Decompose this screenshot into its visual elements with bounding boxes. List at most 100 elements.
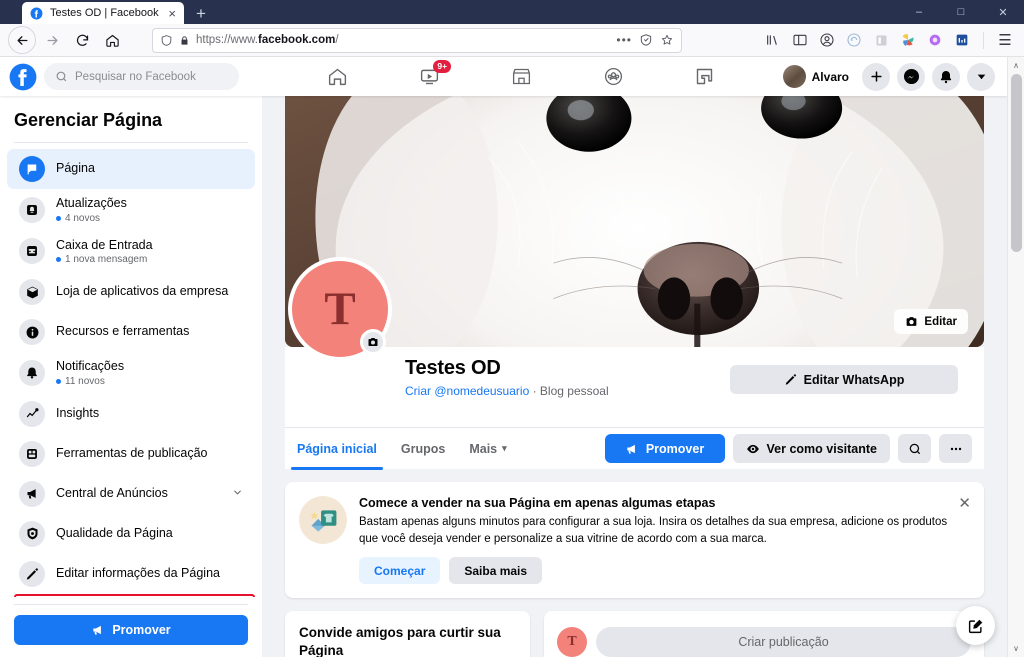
sidebar-item-editar-informacoes[interactable]: Editar informações da Página xyxy=(7,554,255,594)
sidebar-item-caixa-de-entrada[interactable]: Caixa de Entrada 1 nova mensagem xyxy=(7,231,255,273)
scroll-down-arrow[interactable]: ∨ xyxy=(1008,640,1024,657)
pocket-icon[interactable] xyxy=(639,33,653,47)
page-title: Gerenciar Página xyxy=(14,110,163,130)
chevron-down-icon: ▾ xyxy=(502,443,507,453)
account-menu-button[interactable] xyxy=(967,62,995,91)
page-tabs: Página inicial Grupos Mais ▾ Promover Ver… xyxy=(285,427,984,470)
sync-icon[interactable] xyxy=(843,29,865,51)
tab-pagina-inicial[interactable]: Página inicial xyxy=(285,428,389,470)
avatar[interactable]: T xyxy=(288,257,392,361)
pinwheel-extension-icon[interactable] xyxy=(897,29,919,51)
browser-window: Testes OD | Facebook × + – □ ✕ https://w… xyxy=(0,0,1024,657)
fb-nav-gaming[interactable] xyxy=(672,63,737,90)
eye-icon xyxy=(746,444,759,453)
purple-extension-icon[interactable] xyxy=(924,29,946,51)
fb-nav-watch[interactable]: 9+ xyxy=(397,60,462,90)
browser-toolbar-icons: ☰ xyxy=(762,29,1016,51)
sidebar-item-atualizacoes[interactable]: Atualizações 4 novos xyxy=(7,189,255,231)
sidebar-promote-button[interactable]: Promover xyxy=(14,615,248,645)
library-icon[interactable] xyxy=(762,29,784,51)
avatar-camera-button[interactable] xyxy=(360,329,386,355)
promote-button[interactable]: Promover xyxy=(604,434,725,463)
tab-label: Página inicial xyxy=(297,441,377,456)
chevron-down-icon[interactable] xyxy=(232,487,243,501)
notifications-button[interactable] xyxy=(932,62,960,91)
sidebar-item-text: Qualidade da Página xyxy=(56,526,243,542)
updates-icon xyxy=(19,196,45,223)
reload-button[interactable] xyxy=(68,26,96,54)
maximize-button[interactable]: □ xyxy=(940,0,982,24)
sidebar-icon[interactable] xyxy=(789,29,811,51)
edit-cover-label: Editar xyxy=(924,315,957,328)
sidebar-item-label: Loja de aplicativos da empresa xyxy=(56,284,229,299)
sidebar-item-insights[interactable]: Insights xyxy=(7,394,255,434)
megaphone-icon xyxy=(627,444,635,454)
tab-mais[interactable]: Mais ▾ xyxy=(457,428,518,470)
fb-nav-home[interactable] xyxy=(305,63,370,90)
edit-whatsapp-button[interactable]: Editar WhatsApp xyxy=(730,365,958,394)
fb-top-right: Alvaro xyxy=(781,62,1007,91)
scroll-up-arrow[interactable]: ∧ xyxy=(1008,57,1024,74)
fb-user-name: Alvaro xyxy=(811,69,849,84)
minimize-button[interactable]: – xyxy=(898,0,940,24)
page-search-button[interactable] xyxy=(898,434,931,463)
groups-icon xyxy=(604,67,622,86)
sidebar-item-recursos-e-ferramentas[interactable]: Recursos e ferramentas xyxy=(7,312,255,352)
sidebar-item-text: Editar informações da Página xyxy=(56,566,243,582)
create-button[interactable] xyxy=(862,62,890,91)
sidebar-item-label: Página xyxy=(56,161,95,176)
create-post-input[interactable]: Criar publicação xyxy=(596,626,971,657)
blue-extension-icon[interactable] xyxy=(951,29,973,51)
facebook-logo[interactable] xyxy=(9,63,37,91)
sidebar-footer: Promover xyxy=(0,597,262,657)
sidebar-item-qualidade-da-pagina[interactable]: Qualidade da Página xyxy=(7,514,255,554)
hamburger-menu-icon[interactable]: ☰ xyxy=(994,29,1016,51)
browser-tab[interactable]: Testes OD | Facebook × xyxy=(22,2,184,24)
close-button[interactable]: ✕ xyxy=(982,0,1024,24)
page-actions-icon[interactable]: ••• xyxy=(616,33,632,47)
page-more-options-button[interactable] xyxy=(939,434,972,463)
compose-fab-button[interactable] xyxy=(956,606,995,645)
fb-nav-marketplace[interactable] xyxy=(489,63,554,90)
info-icon xyxy=(19,319,45,346)
promo-buttons: Começar Saiba mais xyxy=(359,557,950,585)
sidebar-item-pagina[interactable]: Página xyxy=(7,149,255,189)
address-bar-actions: ••• xyxy=(616,33,674,47)
back-button[interactable] xyxy=(8,26,36,54)
star-icon[interactable] xyxy=(660,33,674,47)
close-icon[interactable]: ✕ xyxy=(958,494,971,512)
messenger-icon xyxy=(903,68,919,85)
sidebar-item-loja-de-aplicativos[interactable]: Loja de aplicativos da empresa xyxy=(7,272,255,312)
fb-user-menu[interactable]: Alvaro xyxy=(781,63,855,90)
sidebar-item-ferramentas-de-publicacao[interactable]: Ferramentas de publicação xyxy=(7,434,255,474)
browser-tab-close-icon[interactable]: × xyxy=(168,7,176,20)
address-bar[interactable]: https://www.facebook.com/ ••• xyxy=(152,27,682,53)
new-tab-button[interactable]: + xyxy=(196,5,206,22)
extension-icon[interactable] xyxy=(870,29,892,51)
avatar xyxy=(782,65,806,88)
invite-friends-title: Convide amigos para curtir sua Página xyxy=(299,625,501,657)
tab-grupos[interactable]: Grupos xyxy=(389,428,457,470)
view-as-visitor-button[interactable]: Ver como visitante xyxy=(732,434,890,463)
forward-button[interactable] xyxy=(38,26,66,54)
create-username-link[interactable]: Criar @nomedeusuario xyxy=(405,384,529,398)
messenger-button[interactable] xyxy=(897,62,925,91)
sidebar-item-text: Página xyxy=(56,161,243,177)
search-input[interactable]: Pesquisar no Facebook xyxy=(44,63,239,90)
edit-cover-button[interactable]: Editar xyxy=(894,309,968,334)
page-scrollbar[interactable]: ∧ ∨ xyxy=(1007,57,1024,657)
account-icon[interactable] xyxy=(816,29,838,51)
promo-start-button[interactable]: Começar xyxy=(359,557,441,585)
home-icon[interactable] xyxy=(98,26,126,54)
sidebar-item-label: Qualidade da Página xyxy=(56,526,173,541)
sidebar-item-label: Insights xyxy=(56,406,100,421)
sidebar-item-central-de-anuncios[interactable]: Central de Anúncios xyxy=(7,474,255,514)
sidebar-promote-label: Promover xyxy=(112,623,171,637)
promo-learn-more-button[interactable]: Saiba mais xyxy=(449,557,543,585)
toolbar-divider xyxy=(983,31,984,49)
fb-nav-groups[interactable] xyxy=(581,63,646,90)
scrollbar-thumb[interactable] xyxy=(1011,74,1022,252)
profile-subtitle: Criar @nomedeusuario · Blog pessoal xyxy=(405,384,609,398)
sidebar-item-notificacoes[interactable]: Notificações 11 novos xyxy=(7,352,255,394)
shop-icon xyxy=(299,496,347,544)
